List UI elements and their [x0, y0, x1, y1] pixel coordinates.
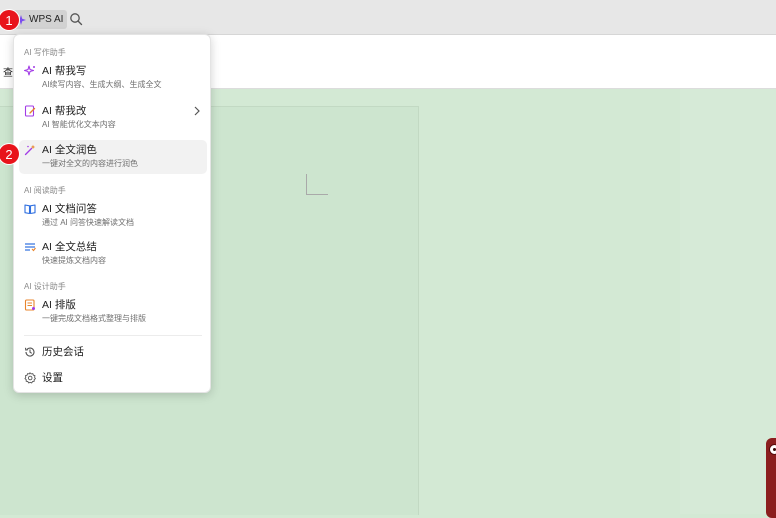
menu-item-ai-write[interactable]: AI 帮我写 AI续写内容、生成大纲、生成全文	[19, 61, 207, 95]
magic-wand-icon	[24, 144, 36, 156]
menu-item-ai-layout[interactable]: AI 排版 一键完成文档格式整理与排版	[19, 295, 207, 329]
wps-ai-dropdown-menu: AI 写作助手 AI 帮我写 AI续写内容、生成大纲、生成全文 AI 帮我改 A…	[13, 34, 211, 393]
menu-item-settings[interactable]: 设置	[19, 368, 207, 388]
menu-item-subtitle: 一键对全文的内容进行润色	[42, 159, 138, 168]
history-icon	[24, 347, 35, 357]
menu-divider	[24, 335, 202, 336]
menu-item-title: AI 帮我写	[42, 65, 87, 77]
menu-item-subtitle: 通过 AI 问答快速解读文档	[42, 218, 135, 227]
menu-item-history[interactable]: 历史会话	[19, 342, 207, 362]
menu-item-title: AI 帮我改	[42, 105, 87, 117]
menu-item-title: AI 全文总结	[42, 241, 97, 253]
chevron-right-icon	[194, 106, 200, 116]
section-label-design: AI 设计助手	[24, 282, 66, 291]
gear-icon	[24, 372, 36, 384]
document-right-margin	[680, 89, 776, 514]
summary-icon	[25, 243, 36, 252]
wps-ai-button[interactable]: WPS AI	[13, 10, 68, 29]
floating-assistant-widget[interactable]	[766, 438, 776, 518]
menu-item-title: 设置	[42, 372, 63, 384]
layout-icon	[24, 299, 35, 311]
menu-item-ai-doc-qa[interactable]: AI 文档问答 通过 AI 问答快速解读文档	[19, 199, 207, 233]
menu-item-subtitle: AI续写内容、生成大纲、生成全文	[42, 80, 162, 89]
menu-item-ai-polish[interactable]: AI 全文润色 一键对全文的内容进行润色	[19, 140, 207, 174]
menu-item-subtitle: 一键完成文档格式整理与排版	[42, 314, 146, 323]
page-margin-marker	[306, 174, 328, 195]
title-bar	[0, 0, 776, 35]
assistant-eye-icon	[769, 444, 776, 455]
section-label-reading: AI 阅读助手	[24, 186, 66, 195]
menu-item-ai-summary[interactable]: AI 全文总结 快速提炼文档内容	[19, 237, 207, 271]
ribbon-tab-fragment[interactable]: 查	[3, 64, 13, 79]
edit-doc-icon	[24, 105, 36, 117]
step-badge-1: 1	[0, 10, 19, 30]
menu-item-subtitle: 快速提炼文档内容	[42, 256, 106, 265]
step-badge-2: 2	[0, 144, 19, 164]
menu-item-title: AI 排版	[42, 299, 76, 311]
menu-item-ai-revise[interactable]: AI 帮我改 AI 智能优化文本内容	[19, 101, 207, 135]
sparkle-icon	[24, 65, 35, 76]
section-label-writing: AI 写作助手	[24, 48, 66, 57]
search-icon[interactable]	[69, 12, 83, 26]
menu-item-title: AI 文档问答	[42, 203, 97, 215]
menu-item-title: AI 全文润色	[42, 144, 97, 156]
menu-item-subtitle: AI 智能优化文本内容	[42, 120, 116, 129]
menu-item-title: 历史会话	[42, 346, 84, 358]
book-icon	[24, 204, 36, 215]
wps-ai-label: WPS AI	[29, 14, 64, 25]
